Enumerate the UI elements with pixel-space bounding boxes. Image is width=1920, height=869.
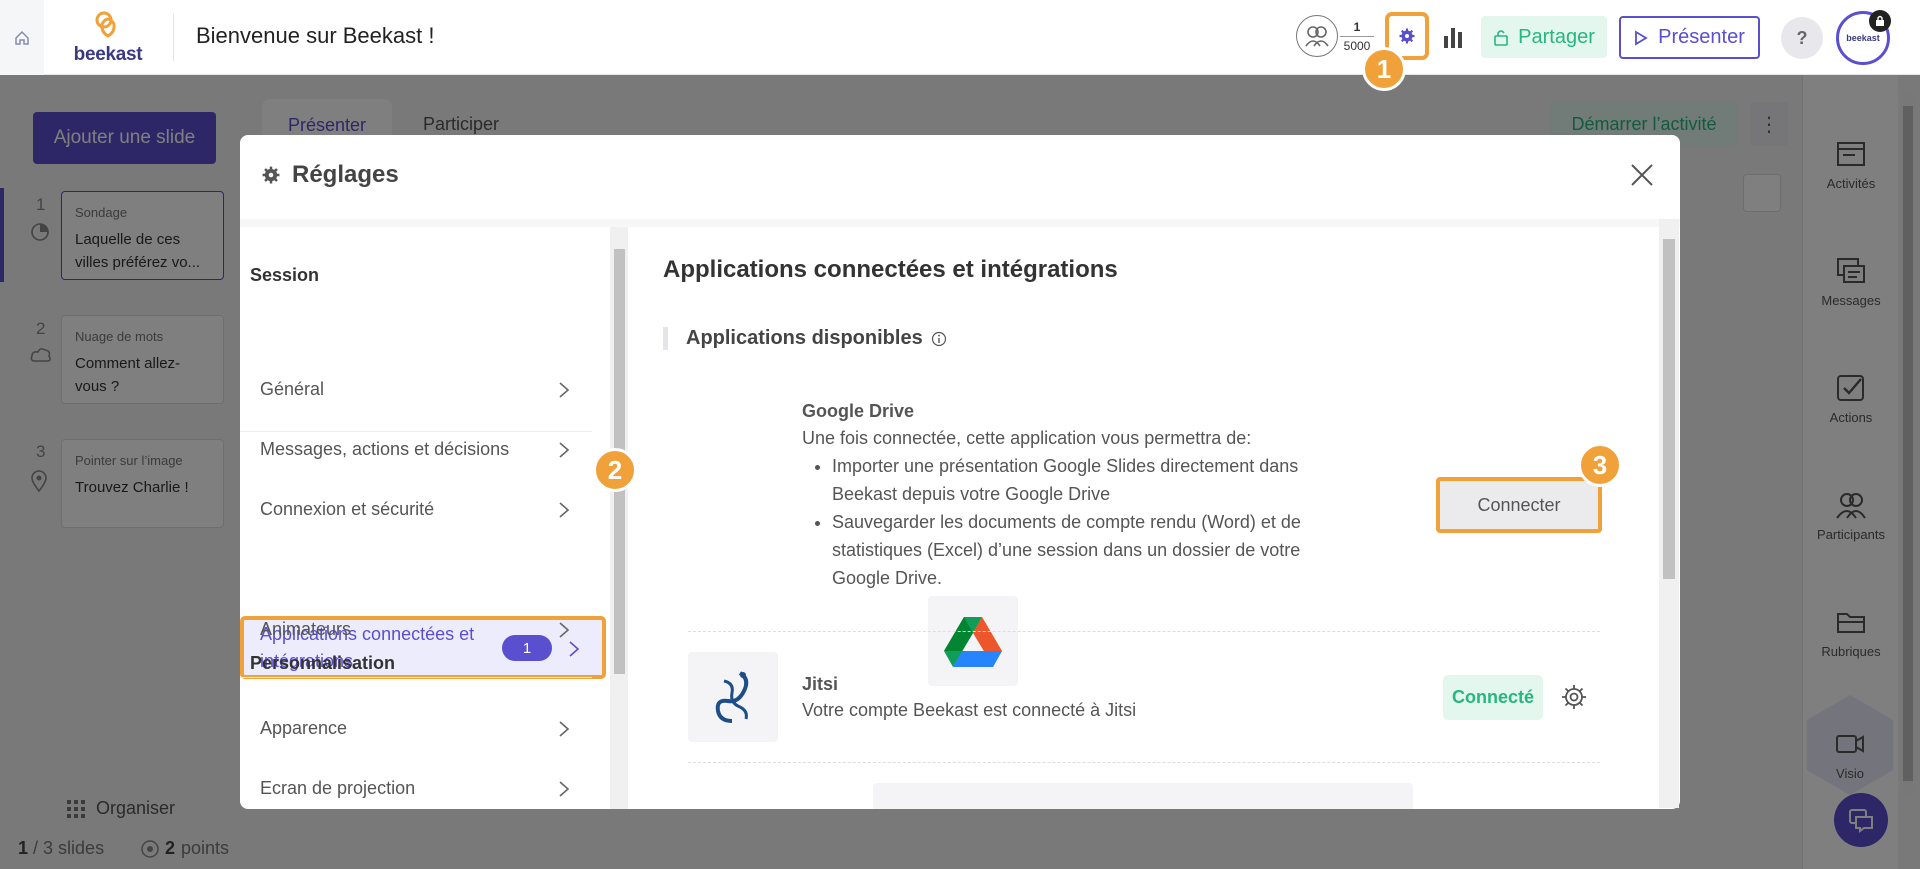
jitsi-icon bbox=[715, 671, 749, 723]
share-button[interactable]: Partager bbox=[1481, 16, 1607, 58]
menu-item-hosts[interactable]: Animateurs bbox=[240, 601, 592, 657]
participant-current: 1 bbox=[1340, 18, 1374, 37]
settings-sidebar: Session Général Messages, actions et déc… bbox=[240, 227, 610, 809]
scrollbar-thumb[interactable] bbox=[1663, 239, 1675, 579]
avatar-text: beekast bbox=[1846, 33, 1880, 43]
menu-item-security[interactable]: Connexion et sécurité bbox=[240, 481, 592, 537]
jitsi-name: Jitsi bbox=[802, 674, 839, 694]
divider bbox=[688, 631, 1600, 632]
menu-item-projection[interactable]: Ecran de projection bbox=[240, 760, 592, 809]
gear-icon bbox=[262, 166, 280, 184]
menu-item-general[interactable]: Général bbox=[240, 361, 592, 417]
step-marker-1: 1 bbox=[1362, 47, 1406, 91]
apps-heading: Applications disponibles bbox=[663, 327, 947, 350]
google-drive-features: Importer une présentation Google Slides … bbox=[802, 452, 1342, 592]
google-drive-name: Google Drive bbox=[802, 401, 915, 421]
statistics-button[interactable] bbox=[1441, 24, 1465, 50]
menu-label: Messages, actions et décisions bbox=[260, 438, 510, 459]
lock-icon bbox=[1869, 10, 1891, 32]
chevron-right-icon bbox=[559, 721, 570, 737]
menu-item-appearance[interactable]: Apparence bbox=[240, 700, 592, 756]
share-label: Partager bbox=[1518, 25, 1595, 48]
jitsi-desc: Votre compte Beekast est connecté à Jits… bbox=[802, 700, 1137, 720]
gear-icon bbox=[1399, 28, 1415, 44]
connected-badge: Connecté bbox=[1443, 675, 1543, 720]
gear-icon[interactable] bbox=[1560, 683, 1588, 711]
app-card-partial bbox=[873, 783, 1413, 809]
connect-button[interactable]: Connecter bbox=[1436, 477, 1602, 533]
bar-chart-icon bbox=[1444, 28, 1462, 48]
divider bbox=[688, 762, 1600, 763]
step-marker-3: 3 bbox=[1578, 443, 1622, 487]
lock-icon bbox=[1494, 30, 1508, 46]
divider bbox=[173, 14, 174, 61]
chevron-right-icon bbox=[559, 781, 570, 797]
menu-label: Général bbox=[260, 378, 325, 399]
present-button[interactable]: Présenter bbox=[1619, 16, 1760, 59]
google-drive-intro: Une fois connectée, cette application vo… bbox=[802, 428, 1252, 448]
info-icon[interactable] bbox=[931, 331, 947, 347]
participant-counter: 1 5000 bbox=[1340, 18, 1374, 55]
menu-label: Apparence bbox=[260, 717, 348, 738]
menu-item-messages[interactable]: Messages, actions et décisions bbox=[240, 421, 592, 477]
chevron-right-icon bbox=[559, 442, 570, 458]
beekast-logo[interactable]: beekast bbox=[66, 10, 150, 65]
help-button[interactable]: ? bbox=[1781, 17, 1823, 59]
content-title: Applications connectées et intégrations bbox=[663, 256, 1118, 283]
play-icon bbox=[1635, 29, 1648, 46]
beekast-logo-icon bbox=[95, 11, 116, 38]
modal-title-text: Réglages bbox=[292, 161, 399, 188]
page-title: Bienvenue sur Beekast ! bbox=[196, 23, 435, 48]
participant-max: 5000 bbox=[1343, 39, 1371, 53]
section-personalisation: Personnalisation bbox=[250, 653, 396, 673]
google-drive-icon bbox=[944, 617, 1002, 667]
sidebar-scrollbar[interactable] bbox=[610, 227, 628, 809]
divider bbox=[240, 677, 592, 678]
logo-text: beekast bbox=[73, 44, 143, 65]
chevron-right-icon bbox=[559, 622, 570, 638]
jitsi-logo bbox=[688, 652, 778, 742]
apps-heading-text: Applications disponibles bbox=[686, 327, 923, 349]
present-label: Présenter bbox=[1658, 26, 1745, 48]
chevron-right-icon bbox=[559, 502, 570, 518]
modal-title: Réglages bbox=[262, 161, 399, 189]
feature-item: Sauvegarder les documents de compte rend… bbox=[832, 508, 1342, 592]
menu-label: Animateurs bbox=[260, 618, 352, 639]
chevron-right-icon bbox=[559, 382, 570, 398]
home-icon bbox=[15, 30, 29, 45]
content-scrollbar[interactable] bbox=[1659, 219, 1679, 808]
step-marker-2: 2 bbox=[593, 448, 637, 492]
feature-item: Importer une présentation Google Slides … bbox=[832, 452, 1342, 508]
section-session: Session bbox=[250, 265, 320, 285]
menu-label: Ecran de projection bbox=[260, 777, 416, 798]
divider bbox=[240, 219, 1680, 227]
top-bar: beekast Bienvenue sur Beekast ! 1 5000 P… bbox=[0, 0, 1920, 75]
menu-label: Connexion et sécurité bbox=[260, 498, 435, 519]
home-button[interactable] bbox=[0, 0, 44, 75]
close-icon[interactable] bbox=[1628, 161, 1656, 189]
google-drive-logo bbox=[928, 596, 1018, 686]
participants-icon[interactable] bbox=[1296, 15, 1338, 57]
